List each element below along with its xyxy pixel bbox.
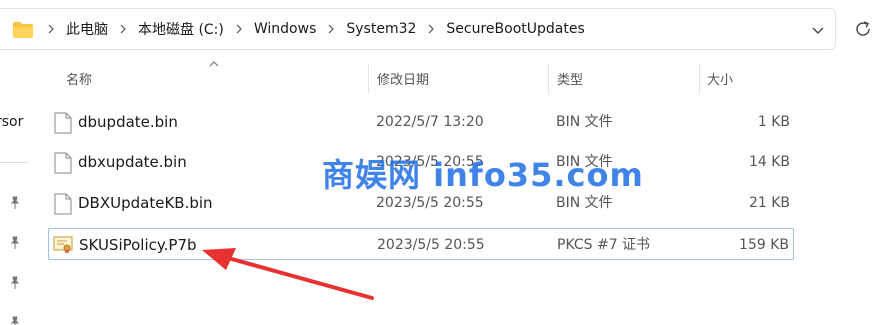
column-separator[interactable] [368, 64, 369, 94]
file-size: 14 KB [748, 154, 790, 170]
file-size: 159 KB [739, 237, 789, 253]
file-icon [54, 193, 72, 215]
breadcrumb-item-system32[interactable]: System32 [344, 19, 418, 39]
breadcrumb: 此电脑 本地磁盘 (C:) Windows System32 SecureBoo… [38, 9, 587, 49]
file-type: BIN 文件 [556, 114, 613, 130]
breadcrumb-item-securebootupdates[interactable]: SecureBootUpdates [444, 19, 586, 39]
folder-icon [13, 22, 33, 38]
watermark: 商娱网 info35.com [322, 156, 644, 194]
sort-up-icon [209, 61, 219, 67]
nav-item-label[interactable]: rsor [0, 114, 23, 130]
breadcrumb-item-local-disk[interactable]: 本地磁盘 (C:) [136, 17, 226, 41]
chevron-down-icon[interactable] [807, 19, 829, 41]
chevron-right-icon[interactable] [234, 24, 244, 34]
file-icon [54, 152, 72, 174]
file-date: 2022/5/7 13:20 [376, 114, 484, 130]
file-name: dbxupdate.bin [78, 153, 187, 171]
chevron-right-icon[interactable] [46, 24, 56, 34]
refresh-icon[interactable] [852, 18, 874, 40]
file-row-selected[interactable]: SKUSiPolicy.P7b 2023/5/5 20:55 PKCS #7 证… [48, 228, 794, 260]
certificate-icon [53, 236, 73, 254]
file-icon [54, 112, 72, 134]
breadcrumb-item-this-pc[interactable]: 此电脑 [64, 17, 110, 41]
breadcrumb-item-windows[interactable]: Windows [252, 19, 319, 39]
file-date: 2023/5/5 20:55 [377, 237, 485, 253]
file-type: PKCS #7 证书 [557, 237, 651, 253]
column-header-size[interactable]: 大小 [707, 66, 733, 90]
column-header-name[interactable]: 名称 [66, 66, 92, 90]
file-name: dbupdate.bin [78, 113, 178, 131]
chevron-right-icon[interactable] [326, 24, 336, 34]
column-header-type[interactable]: 类型 [557, 66, 583, 90]
pin-icon[interactable] [8, 196, 22, 210]
file-size: 1 KB [757, 114, 790, 130]
chevron-right-icon[interactable] [118, 24, 128, 34]
column-header-date[interactable]: 修改日期 [377, 66, 429, 90]
pin-icon[interactable] [8, 276, 22, 290]
file-name: DBXUpdateKB.bin [78, 194, 213, 212]
chevron-right-icon[interactable] [426, 24, 436, 34]
column-separator[interactable] [548, 64, 549, 94]
nav-divider [0, 162, 28, 163]
pin-icon[interactable] [8, 236, 22, 250]
navigation-pane: rsor [0, 50, 28, 325]
address-bar[interactable]: 此电脑 本地磁盘 (C:) Windows System32 SecureBoo… [0, 8, 836, 50]
pin-icon[interactable] [8, 316, 22, 325]
file-name: SKUSiPolicy.P7b [79, 236, 197, 254]
file-row[interactable]: dbupdate.bin 2022/5/7 13:20 BIN 文件 1 KB [48, 106, 794, 138]
column-separator[interactable] [699, 64, 700, 94]
file-size: 21 KB [748, 195, 790, 211]
